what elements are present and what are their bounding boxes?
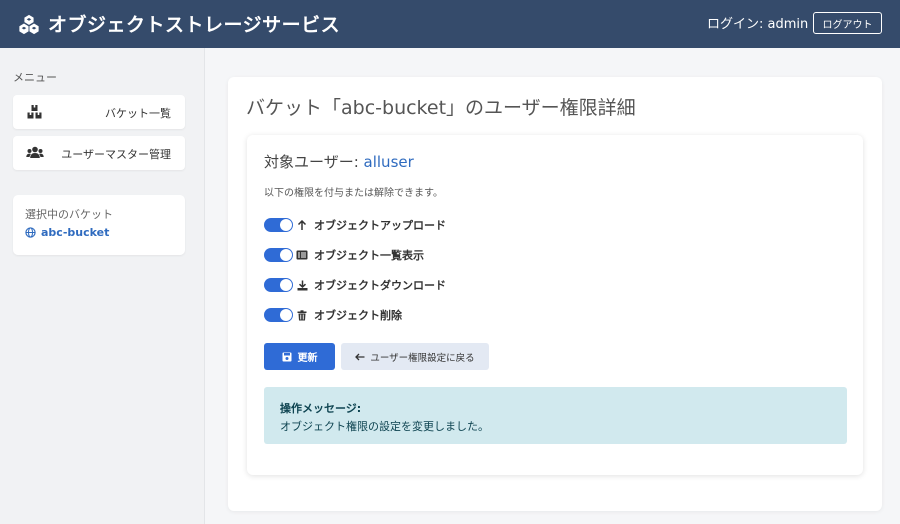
update-button[interactable]: 更新	[264, 343, 335, 370]
permission-label: オブジェクトアップロード	[314, 219, 446, 232]
delete-toggle[interactable]	[264, 308, 293, 322]
menu-label: メニュー	[13, 71, 57, 84]
permission-row-upload: オブジェクトアップロード	[264, 217, 446, 233]
alert-message: オブジェクト権限の設定を変更しました。	[280, 420, 489, 433]
page-title: バケット「abc-bucket」のユーザー権限詳細	[246, 97, 636, 119]
permission-description: 以下の権限を付与または解除できます。	[264, 188, 443, 199]
arrow-up-icon	[296, 219, 308, 231]
update-button-label: 更新	[297, 353, 318, 364]
permission-row-download: オブジェクトダウンロード	[264, 277, 446, 293]
alert-heading: 操作メッセージ:	[280, 402, 362, 415]
permission-label: オブジェクト削除	[314, 309, 402, 322]
save-icon	[282, 352, 291, 361]
list-icon	[296, 249, 308, 261]
boxes-icon	[27, 105, 42, 119]
target-user-heading: 対象ユーザー: alluser	[264, 151, 414, 172]
target-user-name: alluser	[363, 153, 414, 171]
back-to-permission-settings-button[interactable]: ユーザー権限設定に戻る	[341, 343, 489, 370]
selected-bucket-title: 選択中のバケット	[25, 208, 113, 221]
permission-card: 対象ユーザー: alluser 以下の権限を付与または解除できます。 オブジェク…	[247, 135, 863, 475]
app-title: オブジェクトストレージサービス	[48, 14, 341, 36]
selected-bucket-link[interactable]: abc-bucket	[25, 226, 109, 239]
trash-icon	[296, 309, 308, 321]
logout-button[interactable]: ログアウト	[813, 12, 882, 34]
permission-row-delete: オブジェクト削除	[264, 307, 402, 323]
globe-icon	[25, 227, 36, 238]
download-icon	[296, 279, 308, 291]
sidebar: メニュー バケット一覧 ユーザーマスター管理 選択中のバケット abc-buck…	[0, 48, 205, 524]
download-toggle[interactable]	[264, 278, 293, 292]
toggle-knob	[280, 219, 292, 231]
list-toggle[interactable]	[264, 248, 293, 262]
sidebar-item-user-master[interactable]: ユーザーマスター管理	[13, 136, 185, 170]
selected-bucket-card: 選択中のバケット abc-bucket	[13, 195, 185, 255]
users-icon	[26, 146, 44, 158]
main-card: バケット「abc-bucket」のユーザー権限詳細 対象ユーザー: alluse…	[228, 77, 882, 511]
sidebar-item-label: ユーザーマスター管理	[61, 148, 171, 161]
upload-toggle[interactable]	[264, 218, 293, 232]
back-button-label: ユーザー権限設定に戻る	[370, 352, 475, 364]
login-status: ログイン: admin	[707, 17, 809, 32]
toggle-knob	[280, 309, 292, 321]
operation-message-alert: 操作メッセージ: オブジェクト権限の設定を変更しました。	[264, 387, 847, 444]
brand[interactable]: オブジェクトストレージサービス	[18, 10, 340, 37]
selected-bucket-name: abc-bucket	[41, 226, 110, 239]
arrow-left-icon	[355, 353, 365, 360]
cubes-icon	[19, 14, 39, 34]
toggle-knob	[280, 249, 292, 261]
toggle-knob	[280, 279, 292, 291]
top-bar: オブジェクトストレージサービス ログイン: admin ログアウト	[0, 0, 900, 48]
permission-label: オブジェクト一覧表示	[314, 249, 424, 262]
permission-label: オブジェクトダウンロード	[314, 279, 446, 292]
sidebar-item-label: バケット一覧	[105, 107, 171, 120]
sidebar-item-bucket-list[interactable]: バケット一覧	[13, 95, 185, 129]
target-user-label: 対象ユーザー:	[264, 153, 364, 171]
permission-row-list: オブジェクト一覧表示	[264, 247, 424, 263]
